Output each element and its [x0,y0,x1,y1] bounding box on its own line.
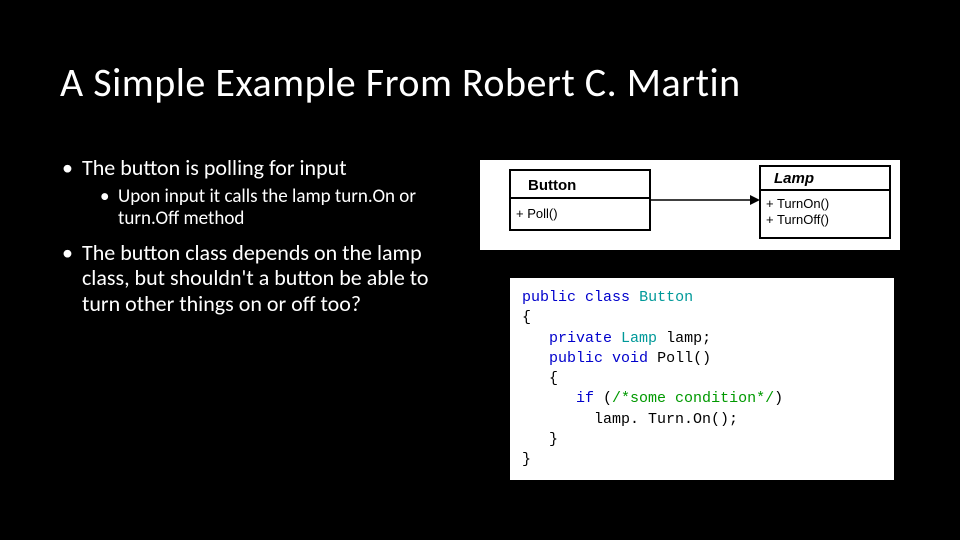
slide-title: A Simple Example From Robert C. Martin [60,58,741,107]
uml-class2-method2: + TurnOff() [766,212,829,227]
uml-diagram: Button + Poll() Lamp + TurnOn() + TurnOf… [480,160,900,250]
uml-class1-method: + Poll() [516,206,558,221]
uml-class1-name: Button [528,177,576,194]
bullet-list: The button is polling for input Upon inp… [60,155,460,322]
bullet-level1: The button class depends on the lamp cla… [60,240,460,316]
bullet-level1: The button is polling for input [60,155,460,180]
uml-class2-name: Lamp [774,170,814,187]
slide: A Simple Example From Robert C. Martin T… [0,0,960,540]
uml-class2-method1: + TurnOn() [766,196,829,211]
bullet-level2: Upon input it calls the lamp turn.On or … [60,186,460,230]
code-block: public class Button { private Lamp lamp;… [510,278,894,480]
